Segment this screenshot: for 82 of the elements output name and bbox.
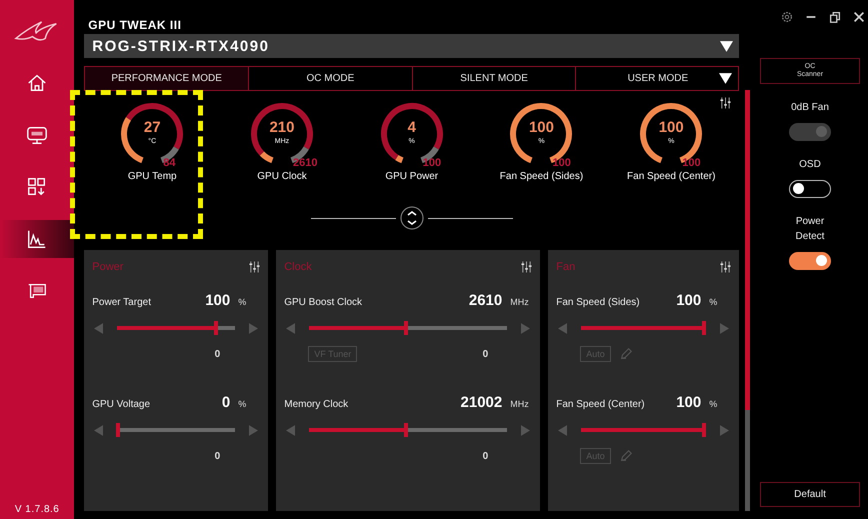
chart-icon[interactable]: [26, 228, 48, 250]
decrease-arrow-icon[interactable]: [94, 322, 104, 334]
offset-value: 0: [482, 450, 488, 462]
decrease-arrow-icon[interactable]: [286, 322, 296, 334]
increase-arrow-icon[interactable]: [249, 424, 258, 436]
restore-icon[interactable]: [828, 10, 842, 24]
monitor-icon[interactable]: [26, 124, 48, 146]
setting-unit: %: [709, 297, 718, 307]
home-icon[interactable]: [26, 72, 48, 94]
setting-unit: %: [238, 399, 248, 409]
gauge-value: 4: [406, 119, 417, 136]
pencil-icon[interactable]: [618, 347, 633, 361]
gauge-max: 100: [682, 157, 701, 169]
toggle-switch[interactable]: [789, 252, 831, 270]
sliders-icon[interactable]: [521, 261, 532, 273]
decrease-arrow-icon[interactable]: [558, 424, 568, 436]
mode-tab[interactable]: PERFORMANCE MODE: [85, 67, 249, 90]
dropdown-icon[interactable]: [719, 72, 732, 85]
dropdown-icon: [720, 40, 734, 52]
offset-value: 0: [482, 348, 488, 360]
setting-unit: %: [238, 297, 248, 307]
toggle-switch[interactable]: [789, 180, 831, 198]
sliders-icon[interactable]: [720, 261, 732, 273]
setting-unit: MHz: [510, 297, 530, 307]
increase-arrow-icon[interactable]: [720, 322, 730, 334]
increase-arrow-icon[interactable]: [249, 322, 258, 334]
setting-value: 100: [676, 292, 702, 309]
gauge-value: 210: [268, 119, 296, 136]
setting-value: 21002: [460, 394, 502, 411]
gauge-max: 2610: [292, 157, 318, 169]
toggle-label: OSD: [799, 158, 821, 172]
increase-arrow-icon[interactable]: [521, 424, 530, 436]
gauge-label: Fan Speed (Center): [627, 171, 716, 182]
pencil-icon[interactable]: [618, 449, 633, 463]
increase-arrow-icon[interactable]: [720, 424, 730, 436]
increase-arrow-icon[interactable]: [521, 322, 530, 334]
setting-unit: %: [709, 399, 718, 409]
setting-label: Power Target: [92, 297, 152, 308]
gauge-value: 100: [528, 119, 555, 136]
setting-unit: MHz: [510, 399, 530, 409]
device-dropdown[interactable]: ROG-STRIX-RTX4090: [84, 34, 740, 58]
gauge-value: 27: [142, 119, 162, 136]
version-text: V 1.7.8.6: [14, 504, 60, 515]
decrease-arrow-icon[interactable]: [286, 424, 296, 436]
offset-value: 0: [214, 450, 220, 462]
gauge-label: GPU Clock: [257, 171, 307, 182]
panel-title: Fan: [556, 261, 576, 273]
offset-value: 0: [214, 348, 220, 360]
scrollbar-thumb[interactable]: [745, 90, 750, 410]
setting-label: Fan Speed (Sides): [556, 297, 641, 308]
gauge-value: 100: [658, 119, 685, 136]
gauge-label: GPU Power: [385, 171, 438, 182]
sliders-icon[interactable]: [249, 261, 260, 273]
gauge-max: 100: [552, 157, 571, 169]
default-button[interactable]: Default: [760, 482, 860, 507]
gauge-label: GPU Temp: [128, 171, 177, 182]
setting-value: 100: [205, 292, 230, 309]
toggle-label: 0dB Fan: [791, 101, 829, 115]
mode-tab[interactable]: SILENT MODE: [412, 67, 576, 90]
close-icon[interactable]: [852, 10, 866, 24]
gauge-max: 100: [422, 157, 442, 169]
setting-label: GPU Voltage: [92, 399, 152, 410]
setting-label: GPU Boost Clock: [284, 297, 364, 308]
settings-icon[interactable]: [780, 10, 794, 24]
sliders-icon[interactable]: [720, 97, 732, 109]
app-title: GPU TWEAK III: [88, 18, 182, 32]
gauge-max: 84: [163, 157, 176, 169]
decrease-arrow-icon[interactable]: [558, 322, 568, 334]
gauge-label: Fan Speed (Sides): [500, 171, 584, 182]
mode-tab[interactable]: USER MODE: [576, 67, 740, 90]
setting-value: 0: [222, 394, 230, 411]
setting-label: Fan Speed (Center): [556, 399, 646, 410]
apps-download-icon[interactable]: [26, 176, 48, 198]
decrease-arrow-icon[interactable]: [94, 424, 104, 436]
setting-label: Memory Clock: [284, 399, 350, 410]
mode-tab[interactable]: OC MODE: [248, 67, 413, 90]
expand-collapse-icon[interactable]: [400, 206, 424, 230]
toggle-label: Power Detect: [796, 215, 824, 244]
setting-value: 2610: [468, 292, 502, 309]
panel-title: Clock: [284, 261, 312, 273]
setting-value: 100: [676, 394, 702, 411]
panel-title: Power: [92, 261, 124, 273]
